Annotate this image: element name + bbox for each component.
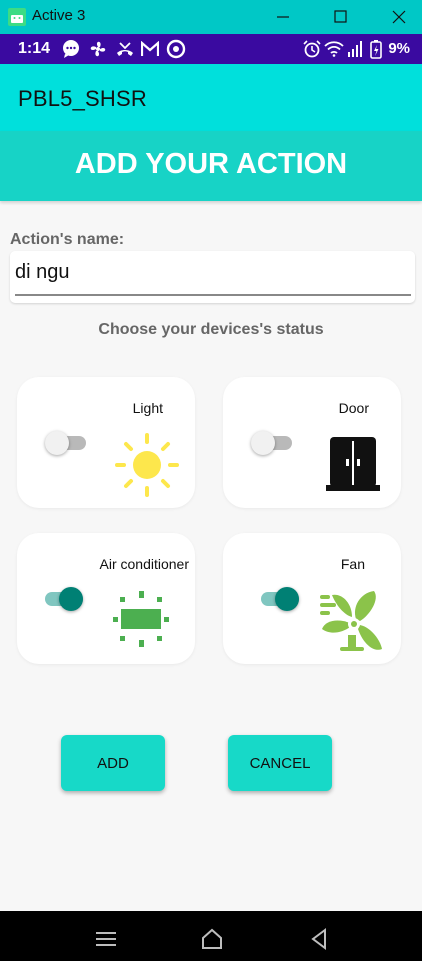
back-icon[interactable] xyxy=(310,928,328,950)
window-titlebar: Active 3 xyxy=(0,0,422,34)
navigation-bar xyxy=(0,911,422,961)
fan-icon xyxy=(320,591,382,651)
toggle-thumb xyxy=(275,587,299,611)
toggle-thumb xyxy=(251,431,275,455)
sync-icon xyxy=(166,39,186,59)
cancel-button[interactable]: CANCEL xyxy=(228,735,332,791)
door-icon xyxy=(326,437,380,491)
toggle-light[interactable] xyxy=(45,429,89,457)
close-icon[interactable] xyxy=(387,5,411,29)
chat-icon xyxy=(63,40,79,58)
device-card-air-conditioner: Air conditioner xyxy=(17,533,195,664)
device-card-door: Door xyxy=(223,377,401,508)
wifi-icon xyxy=(324,41,344,57)
toggle-thumb xyxy=(45,431,69,455)
toggle-fan[interactable] xyxy=(261,585,305,613)
signal-icon xyxy=(348,41,362,57)
device-label-fan: Fan xyxy=(340,556,365,572)
device-label-door: Door xyxy=(338,400,369,416)
maximize-icon[interactable] xyxy=(328,5,352,29)
device-label-light: Light xyxy=(132,400,163,416)
action-name-field xyxy=(10,251,415,303)
action-name-label: Action's name: xyxy=(10,231,125,248)
app-bar: PBL5_SHSR xyxy=(0,64,422,131)
status-time: 1:14 xyxy=(18,40,51,57)
battery-icon xyxy=(370,40,382,59)
toggle-thumb xyxy=(59,587,83,611)
missed-call-icon xyxy=(117,42,133,56)
action-name-input[interactable] xyxy=(15,261,405,284)
menu-icon[interactable] xyxy=(95,930,117,948)
battery-percentage: 9% xyxy=(388,40,410,57)
choose-status-label: Choose your devices's status xyxy=(98,321,324,338)
toggle-air-conditioner[interactable] xyxy=(45,585,89,613)
device-card-fan: Fan xyxy=(223,533,401,664)
window-title: Active 3 xyxy=(32,7,86,24)
sun-icon xyxy=(115,433,179,497)
toggle-door[interactable] xyxy=(251,429,295,457)
home-icon[interactable] xyxy=(200,928,224,950)
gmail-icon xyxy=(141,41,159,56)
alarm-icon xyxy=(303,40,321,58)
air-conditioner-icon xyxy=(113,591,169,647)
input-underline xyxy=(15,294,411,296)
fan-icon xyxy=(90,41,106,57)
device-card-light: Light xyxy=(17,377,195,508)
app-title: PBL5_SHSR xyxy=(18,86,147,111)
page-header: ADD YOUR ACTION xyxy=(0,131,422,201)
minimize-icon[interactable] xyxy=(271,5,295,29)
android-app-icon xyxy=(8,8,26,26)
status-bar: 1:14 9% xyxy=(0,34,422,64)
device-label-air-conditioner: Air conditioner xyxy=(99,556,190,572)
page-title: ADD YOUR ACTION xyxy=(74,148,348,180)
add-button[interactable]: ADD xyxy=(61,735,165,791)
